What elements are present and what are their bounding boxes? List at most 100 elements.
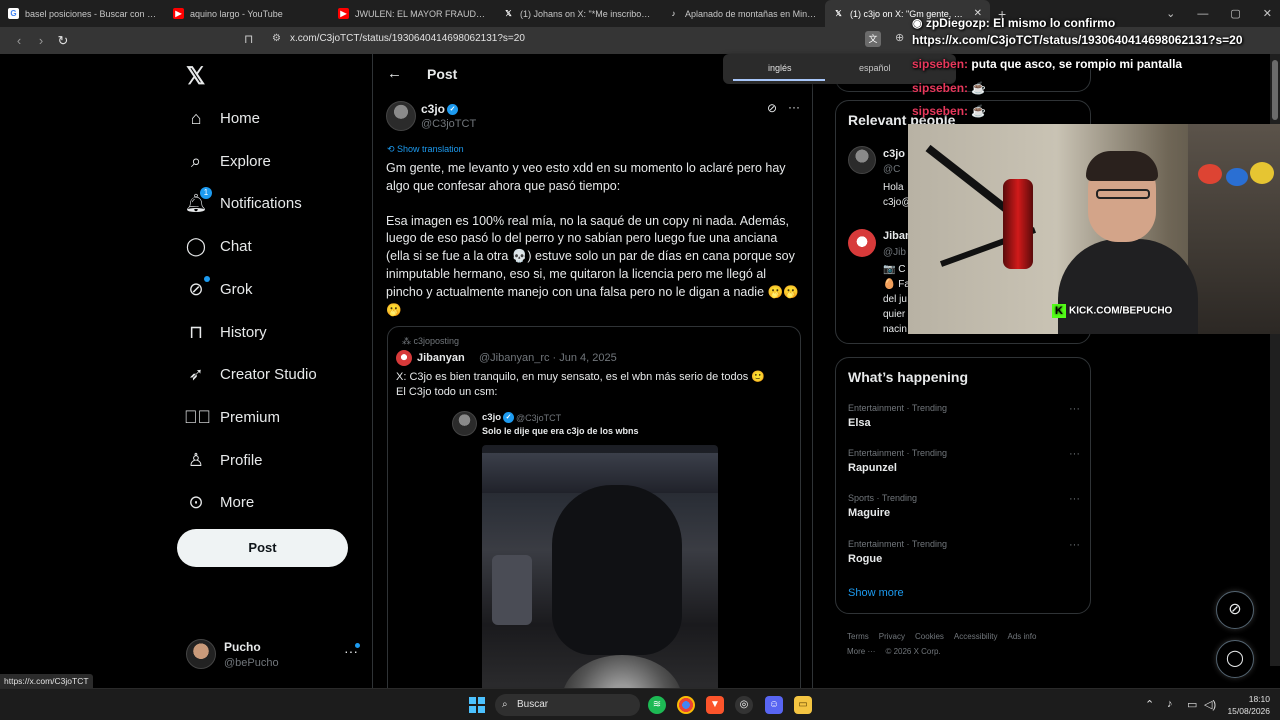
more-dots-icon[interactable]: ··· bbox=[1069, 493, 1080, 505]
system-clock[interactable]: 18:10 15/08/2026 bbox=[1224, 693, 1270, 717]
author-handle[interactable]: @C3joTCT bbox=[421, 118, 476, 130]
nav-history[interactable]: ⊓ History bbox=[184, 316, 267, 348]
avatar[interactable] bbox=[848, 146, 876, 174]
zoom-icon[interactable]: ⊕ bbox=[895, 31, 904, 47]
footer-link[interactable]: Cookies bbox=[915, 632, 944, 641]
avatar[interactable] bbox=[848, 229, 876, 257]
nav-home[interactable]: ⌂ Home bbox=[184, 102, 260, 134]
quote-context-label: c3joposting bbox=[413, 336, 460, 346]
bookmark-icon[interactable]: ⊓ bbox=[244, 32, 253, 46]
footer-link[interactable]: Accessibility bbox=[954, 632, 998, 641]
nav-profile[interactable]: ♙ Profile bbox=[184, 444, 263, 476]
scrollbar-thumb[interactable] bbox=[1272, 60, 1278, 120]
quote-author-name: Jibanyan bbox=[417, 352, 465, 364]
date: 15/08/2026 bbox=[1227, 706, 1270, 716]
lang-english-tab[interactable]: inglés bbox=[768, 63, 792, 73]
translate-icon[interactable]: 文 bbox=[865, 31, 881, 47]
brave-icon[interactable]: ▼ bbox=[706, 696, 724, 714]
nav-notifications[interactable]: 🔔︎ 1 Notifications bbox=[184, 186, 302, 219]
grok-icon[interactable]: ⊘ bbox=[767, 101, 777, 115]
tab-google[interactable]: Gbasel posiciones - Buscar con Google bbox=[0, 0, 165, 27]
account-switcher[interactable]: Pucho @bePucho ··· bbox=[184, 637, 364, 673]
show-more-link[interactable]: Show more bbox=[848, 587, 904, 599]
nav-grok[interactable]: ⊘ Grok bbox=[184, 273, 253, 305]
post-button[interactable]: Post bbox=[177, 529, 348, 567]
relevant-person-bio: 📷 C bbox=[883, 264, 906, 275]
hair-shape bbox=[1086, 151, 1158, 181]
footer-link[interactable]: Terms bbox=[847, 632, 869, 641]
obs-icon[interactable]: ◎ bbox=[735, 696, 753, 714]
copyright: © 2026 X Corp. bbox=[885, 647, 941, 656]
spotify-icon[interactable]: ≋ bbox=[648, 696, 666, 714]
file-explorer-icon[interactable]: ▭ bbox=[794, 696, 812, 714]
chat-fab[interactable]: ◯ bbox=[1216, 640, 1254, 678]
trend-meta: Entertainment · Trending bbox=[848, 539, 948, 549]
car-photo[interactable] bbox=[482, 445, 718, 720]
tab-youtube-2[interactable]: ▶ JWULEN: EL MAYOR FRAUDE DE YOU bbox=[330, 0, 495, 27]
account-handle: @bePucho bbox=[224, 657, 279, 669]
inner-author-name: c3jo ✓ bbox=[482, 412, 515, 423]
tab-title: (1) Johans on X: "*Me inscribo en el t bbox=[520, 8, 652, 19]
more-dots-icon[interactable]: ··· bbox=[788, 100, 800, 114]
avatar[interactable] bbox=[386, 101, 416, 131]
quoted-post[interactable]: ⁂ c3joposting Jibanyan @Jibanyan_rc · Ju… bbox=[387, 326, 801, 720]
volume-icon[interactable]: ◁) bbox=[1204, 698, 1216, 711]
tab-x-johans[interactable]: 𝕏 (1) Johans on X: "*Me inscribo en el t bbox=[495, 0, 660, 27]
x-logo-icon[interactable]: 𝕏 bbox=[186, 62, 205, 91]
nav-creator-studio[interactable]: ➶ Creator Studio bbox=[184, 358, 316, 390]
quote-text: X: C3jo es bien tranquilo, en muy sensat… bbox=[396, 370, 796, 400]
trend-item[interactable]: Entertainment · Trending Elsa ··· bbox=[848, 403, 1080, 429]
nav-label: Chat bbox=[220, 237, 252, 255]
more-dots-icon[interactable]: ··· bbox=[1069, 403, 1080, 415]
tray-chevron-icon[interactable]: ⌃ bbox=[1145, 698, 1154, 711]
footer-link[interactable]: More ··· bbox=[847, 647, 875, 656]
kick-logo-icon: K bbox=[1052, 304, 1066, 318]
translate-icon: ⟲ bbox=[387, 144, 398, 154]
minimize-icon[interactable]: — bbox=[1197, 8, 1208, 20]
site-info-icon[interactable]: ⚙ bbox=[272, 33, 281, 44]
tab-title: basel posiciones - Buscar con Google bbox=[25, 8, 157, 19]
show-translation-link[interactable]: ⟲ Show translation bbox=[387, 144, 464, 155]
taskbar: ⌕ Buscar ≋ ▼ ◎ ☺ ▭ ⌃ ♪ ▭ ◁) 18:10 15/08/20… bbox=[0, 688, 1280, 720]
tab-youtube-1[interactable]: ▶ aquino largo - YouTube bbox=[165, 0, 330, 27]
grok-icon: ⊘ bbox=[184, 275, 210, 300]
youtube-icon: ▶ bbox=[338, 8, 349, 19]
relevant-person-bio: del ju bbox=[883, 294, 907, 305]
url-field[interactable]: x.com/C3joTCT/status/1930640414698062131… bbox=[290, 33, 525, 44]
trend-item[interactable]: Entertainment · Trending Rogue ··· bbox=[848, 539, 1080, 565]
trend-name: Rogue bbox=[848, 553, 883, 565]
nav-explore[interactable]: ⌕ Explore bbox=[184, 145, 271, 177]
footer-link[interactable]: Privacy bbox=[879, 632, 905, 641]
maximize-icon[interactable]: ▢ bbox=[1230, 7, 1240, 20]
whats-happening-title: What’s happening bbox=[848, 369, 969, 385]
chrome-icon[interactable] bbox=[677, 696, 695, 714]
author-name[interactable]: c3jo ✓ bbox=[421, 102, 459, 116]
footer-link[interactable]: Ads info bbox=[1008, 632, 1037, 641]
grok-fab[interactable]: ⊘ bbox=[1216, 591, 1254, 629]
network-icon[interactable]: ▭ bbox=[1187, 698, 1197, 711]
trend-item[interactable]: Sports · Trending Maguire ··· bbox=[848, 493, 1080, 519]
nav-more[interactable]: ⊙ More bbox=[184, 486, 254, 518]
trend-meta: Entertainment · Trending bbox=[848, 403, 948, 413]
close-window-icon[interactable]: ✕ bbox=[1263, 7, 1272, 20]
nav-premium[interactable]: ✓⃝ Premium bbox=[184, 401, 280, 433]
mic-icon[interactable]: ♪ bbox=[1167, 698, 1173, 710]
windows-start-icon[interactable] bbox=[469, 697, 485, 713]
back-arrow-icon[interactable]: ← bbox=[387, 65, 402, 82]
taskbar-search[interactable]: ⌕ Buscar bbox=[495, 694, 640, 716]
discord-icon[interactable]: ☺ bbox=[765, 696, 783, 714]
tab-title: aquino largo - YouTube bbox=[190, 8, 283, 19]
chat-user: sipseben: bbox=[912, 81, 969, 95]
tab-list-icon[interactable]: ⌄ bbox=[1166, 7, 1175, 20]
relevant-person-bio: 🥚 Fa bbox=[883, 279, 910, 290]
reload-icon[interactable]: ↻ bbox=[52, 33, 74, 49]
back-icon[interactable]: ‹ bbox=[8, 33, 30, 48]
relevant-person-name[interactable]: c3jo bbox=[883, 148, 905, 160]
lang-spanish-tab[interactable]: español bbox=[859, 63, 891, 73]
forward-icon[interactable]: › bbox=[30, 33, 52, 48]
more-dots-icon[interactable]: ··· bbox=[1069, 448, 1080, 460]
tab-tiktok[interactable]: ♪ Aplanado de montañas en Minecraft bbox=[660, 0, 825, 27]
trend-item[interactable]: Entertainment · Trending Rapunzel ··· bbox=[848, 448, 1080, 474]
more-dots-icon[interactable]: ··· bbox=[1069, 539, 1080, 551]
nav-chat[interactable]: ◯ Chat bbox=[184, 230, 252, 262]
